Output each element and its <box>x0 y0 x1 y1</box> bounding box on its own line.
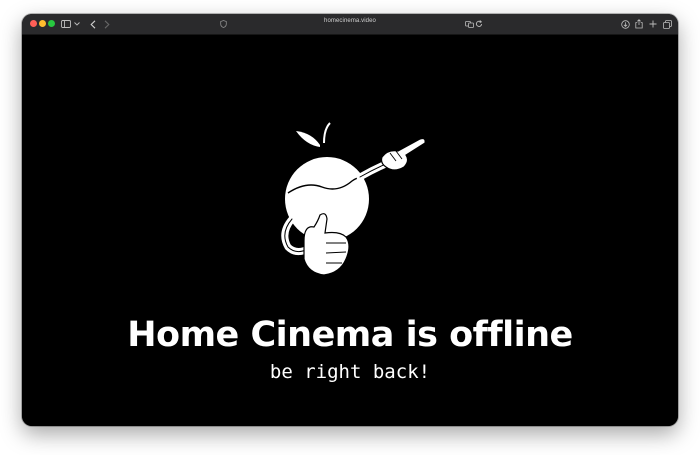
page-subtitle: be right back! <box>269 361 431 383</box>
plus-icon[interactable] <box>648 17 658 31</box>
tab-overview-icon[interactable] <box>662 17 672 31</box>
share-icon[interactable] <box>634 17 644 31</box>
page-title: Home Cinema is offline <box>127 315 573 355</box>
pointing-hand <box>380 137 426 171</box>
stem <box>323 122 331 144</box>
address-bar[interactable]: homecinema.video <box>22 18 678 24</box>
reload-icon[interactable] <box>474 17 484 31</box>
translate-icon[interactable] <box>464 17 474 31</box>
peach-body <box>285 157 369 241</box>
page-content: Home Cinema is offline be right back! <box>22 35 678 426</box>
download-icon[interactable] <box>620 17 630 31</box>
browser-toolbar: homecinema.video <box>22 14 678 35</box>
url-text: homecinema.video <box>324 18 376 24</box>
peach-mascot-icon <box>281 122 426 276</box>
browser-window: homecinema.video Home Cinema is offline … <box>22 14 678 426</box>
leaf-left <box>296 131 320 147</box>
